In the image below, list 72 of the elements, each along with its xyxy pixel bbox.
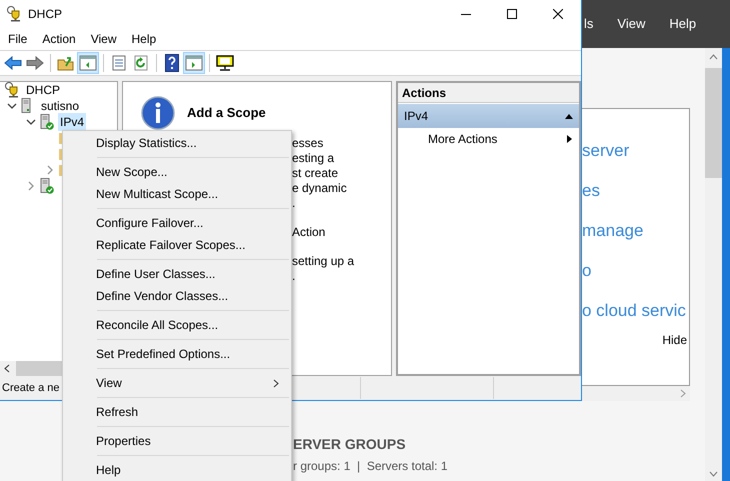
maximize-icon	[507, 9, 517, 19]
description-text: .	[292, 196, 296, 211]
close-icon	[553, 9, 563, 19]
chevron-up-icon[interactable]	[709, 54, 718, 60]
chevron-right-icon[interactable]	[26, 181, 36, 191]
tree-item[interactable]: sutisno	[39, 97, 82, 115]
forward-arrow-icon	[26, 56, 44, 70]
help-icon	[165, 54, 179, 72]
menu-item[interactable]: Properties	[63, 430, 291, 452]
menu-item[interactable]: View	[63, 372, 291, 394]
description-text: esses	[292, 136, 324, 151]
hide-link[interactable]: Hide	[662, 331, 687, 349]
section-summary: r groups: 1 | Servers total: 1	[293, 458, 449, 475]
menu-item[interactable]: Display Statistics...	[63, 132, 291, 154]
description-text: st create	[292, 166, 340, 181]
refresh-icon	[133, 55, 149, 71]
info-icon	[141, 96, 175, 130]
menu-item[interactable]: View	[617, 14, 646, 34]
pane-icon	[79, 55, 97, 71]
menu-item[interactable]: ls	[584, 14, 594, 34]
actions-group-header[interactable]: IPv4	[398, 104, 579, 128]
section-title: ERVER GROUPS	[293, 435, 407, 454]
menu-item[interactable]: Define Vendor Classes...	[63, 285, 291, 307]
menu-item[interactable]: Help	[132, 30, 156, 48]
description-text: e dynamic	[292, 181, 348, 196]
properties-icon	[111, 55, 127, 71]
vertical-scrollbar[interactable]	[705, 48, 722, 481]
menu-item[interactable]: File	[8, 30, 28, 48]
submenu-arrow-icon	[565, 135, 573, 143]
server-check-icon	[40, 178, 54, 194]
description-text: Action	[292, 225, 326, 240]
tree-item[interactable]: IPv4	[58, 113, 86, 131]
menu-item[interactable]: Set Predefined Options...	[63, 343, 291, 365]
server-check-icon	[40, 114, 54, 130]
welcome-text: manage	[582, 220, 644, 242]
description-text: setting up a	[292, 254, 356, 269]
chevron-right-icon[interactable]	[45, 165, 55, 175]
menu-item[interactable]: Reconcile All Scopes...	[63, 314, 291, 336]
action-item[interactable]: More Actions	[398, 128, 579, 150]
description-text: .	[292, 269, 296, 284]
menu-item[interactable]: Define User Classes...	[63, 263, 291, 285]
actions-header: Actions	[398, 83, 579, 103]
pane-icon	[185, 55, 203, 71]
menu-item[interactable]: View	[90, 30, 116, 48]
menu-item[interactable]: Help	[63, 459, 291, 481]
menu-item[interactable]: New Multicast Scope...	[63, 183, 291, 205]
menu-item[interactable]: Configure Failover...	[63, 212, 291, 234]
window-title: DHCP	[28, 6, 64, 23]
collapse-arrow-icon	[565, 112, 573, 120]
trophy-icon	[6, 6, 22, 22]
chevron-right-icon	[273, 378, 279, 388]
status-text: Create a ne	[1, 380, 60, 396]
welcome-text: o cloud servic	[582, 300, 687, 322]
menu-item[interactable]: Help	[669, 14, 696, 34]
menu-item[interactable]: Action	[42, 30, 76, 48]
welcome-text: server	[582, 140, 630, 162]
scrollbar-thumb[interactable]	[705, 68, 722, 178]
folder-up-icon	[57, 55, 75, 71]
menu-item[interactable]: Refresh	[63, 401, 291, 423]
welcome-text: o	[582, 260, 592, 282]
menu-item[interactable]: New Scope...	[63, 161, 291, 183]
chevron-down-icon[interactable]	[7, 101, 17, 111]
description-text: esting a	[292, 151, 336, 166]
chevron-right-icon[interactable]	[680, 389, 686, 398]
back-arrow-icon	[4, 56, 22, 70]
welcome-text: es	[582, 180, 601, 202]
menu-item[interactable]: Replicate Failover Scopes...	[63, 234, 291, 256]
tree-item[interactable]: DHCP	[24, 82, 62, 99]
chevron-left-icon[interactable]	[4, 364, 10, 373]
details-title: Add a Scope	[187, 104, 266, 122]
chevron-down-icon[interactable]	[26, 117, 36, 127]
monitor-icon	[216, 55, 234, 71]
